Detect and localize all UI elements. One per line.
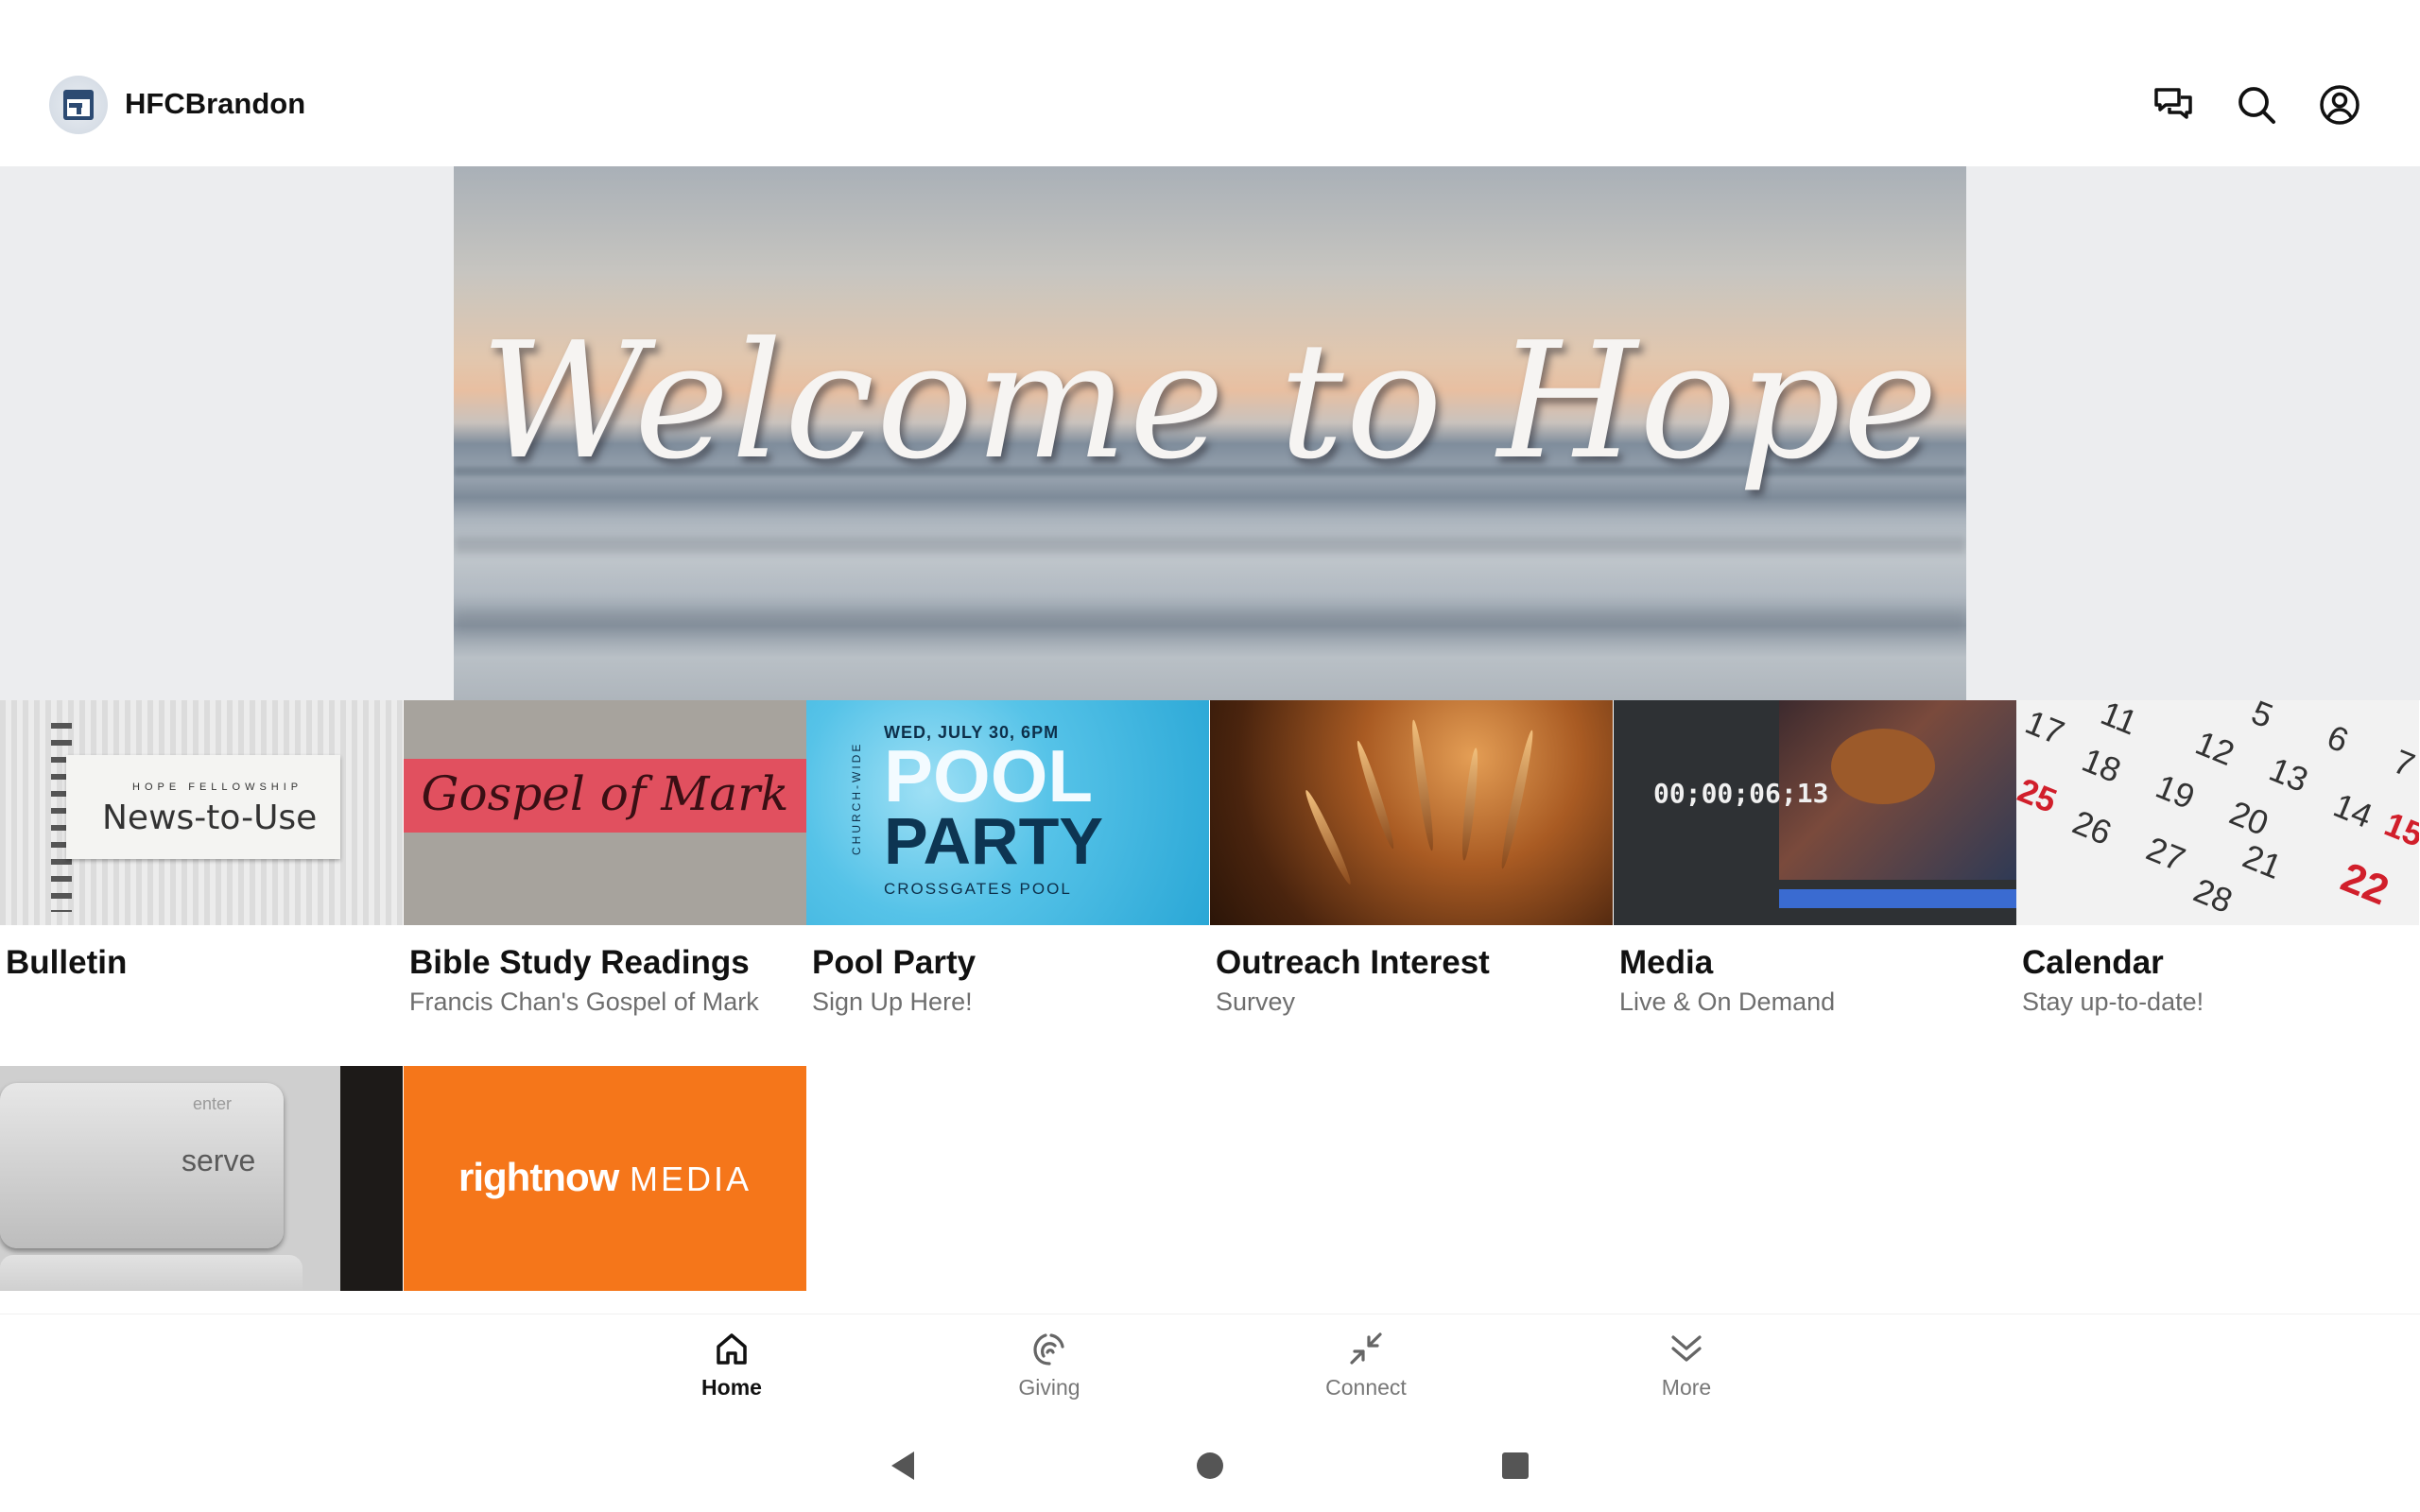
- nav-label: Giving: [1018, 1375, 1080, 1400]
- calendar-number: 7: [2388, 741, 2419, 785]
- bulletin-image-small-text: HOPE FELLOWSHIP: [132, 782, 303, 793]
- guitar-shape: [1831, 729, 1935, 804]
- tile-bible-study[interactable]: Gospel of Mark Bible Study Readings Fran…: [404, 700, 806, 1050]
- tile-bulletin[interactable]: HOPE FELLOWSHIP News-to-Use Bulletin: [0, 700, 403, 1050]
- serve-image: enter serve: [0, 1066, 403, 1291]
- rightnow-brand-bold: rightnow: [458, 1155, 619, 1199]
- calendar-number: 26: [2066, 802, 2118, 853]
- pool-location-text: CROSSGATES POOL: [884, 880, 1072, 898]
- chat-icon[interactable]: [2152, 83, 2195, 127]
- tile-title: Bulletin: [6, 944, 128, 981]
- nav-home[interactable]: Home: [666, 1330, 798, 1400]
- rightnow-brand-light: MEDIA: [629, 1160, 752, 1198]
- tile-serve[interactable]: enter serve: [0, 1066, 403, 1291]
- bulletin-image: HOPE FELLOWSHIP News-to-Use: [0, 700, 403, 925]
- wheat-stalk: [1497, 729, 1537, 870]
- tile-pool-party[interactable]: WED, JULY 30, 6PM POOL PARTY CROSSGATES …: [806, 700, 1209, 1050]
- calendar-number: 6: [2322, 716, 2355, 761]
- key-top-text: enter: [193, 1094, 233, 1113]
- tile-subtitle: Sign Up Here!: [812, 988, 973, 1016]
- keyboard-key: [0, 1255, 302, 1291]
- pool-side-text: CHURCH-WIDE: [850, 741, 863, 855]
- tile-subtitle: Stay up-to-date!: [2022, 988, 2204, 1016]
- hero-wave: [454, 610, 1966, 633]
- search-icon[interactable]: [2235, 83, 2278, 127]
- rightnow-logo-text: rightnow MEDIA: [404, 1155, 806, 1200]
- calendar-number: 25: [2016, 770, 2063, 821]
- calendar-number: 15: [2378, 804, 2419, 855]
- timecode-text: 00;00;06;13: [1653, 778, 1829, 809]
- tile-calendar[interactable]: 17 11 12 13 5 6 7 18 19 20 14 25 26 27 2…: [2016, 700, 2419, 1050]
- tile-title: Outreach Interest: [1216, 944, 1490, 981]
- brand-name: HFCBrandon: [125, 87, 306, 120]
- wheat-stalk: [1353, 739, 1398, 850]
- bottom-navigation: Home Giving Connect More: [0, 1314, 2420, 1418]
- nav-more[interactable]: More: [1620, 1330, 1753, 1400]
- nav-label: More: [1661, 1375, 1712, 1400]
- keyboard-shadow: [340, 1066, 403, 1291]
- nav-connect[interactable]: Connect: [1300, 1330, 1432, 1400]
- hero-banner[interactable]: Welcome to Hope: [454, 166, 1966, 700]
- gospel-image: Gospel of Mark: [404, 700, 806, 925]
- church-logo-icon: [63, 90, 94, 120]
- tile-title: Bible Study Readings: [409, 944, 750, 981]
- pool-line2-text: PARTY: [884, 804, 1104, 878]
- giving-icon: [1030, 1330, 1068, 1367]
- calendar-number: 21: [2237, 836, 2288, 887]
- home-icon: [713, 1330, 751, 1367]
- nav-giving[interactable]: Giving: [983, 1330, 1115, 1400]
- tile-title: Media: [1619, 944, 1714, 981]
- calendar-image: 17 11 12 13 5 6 7 18 19 20 14 25 26 27 2…: [2016, 700, 2419, 925]
- calendar-number: 22: [2334, 853, 2395, 915]
- timeline-bar: [1779, 889, 2016, 908]
- pool-party-image: WED, JULY 30, 6PM POOL PARTY CROSSGATES …: [806, 700, 1209, 925]
- account-icon[interactable]: [2318, 83, 2361, 127]
- tile-title: Pool Party: [812, 944, 977, 981]
- brand-logo[interactable]: [49, 76, 108, 134]
- tile-subtitle: Live & On Demand: [1619, 988, 1836, 1016]
- calendar-number: 17: [2019, 702, 2070, 753]
- wheat-stalk: [1302, 788, 1355, 886]
- back-icon[interactable]: [887, 1450, 919, 1482]
- calendar-number: 14: [2327, 785, 2378, 836]
- system-navigation-bar: [0, 1418, 2420, 1512]
- connect-icon: [1347, 1330, 1385, 1367]
- calendar-number: 20: [2223, 793, 2274, 844]
- tile-media[interactable]: 00;00;06;13 Media Live & On Demand: [1614, 700, 2016, 1050]
- home-circle-icon[interactable]: [1194, 1450, 1226, 1482]
- calendar-number: 28: [2187, 870, 2238, 921]
- nav-label: Home: [701, 1375, 762, 1400]
- calendar-number: 11: [2095, 700, 2143, 743]
- chevron-double-down-icon: [1668, 1330, 1705, 1367]
- calendar-number: 19: [2150, 766, 2201, 817]
- wheat-stalk: [1459, 747, 1481, 862]
- gospel-image-text: Gospel of Mark: [421, 766, 789, 821]
- calendar-number: 12: [2189, 723, 2240, 774]
- rightnow-media-image: rightnow MEDIA: [404, 1066, 806, 1291]
- tile-subtitle: Survey: [1216, 988, 1296, 1016]
- key-label-text: serve: [182, 1143, 256, 1177]
- calendar-number: 5: [2246, 700, 2279, 736]
- recents-icon[interactable]: [1499, 1450, 1531, 1482]
- tile-title: Calendar: [2022, 944, 2164, 981]
- calendar-number: 13: [2263, 749, 2314, 800]
- wheat-stalk: [1409, 718, 1437, 852]
- app-header: HFCBrandon: [0, 0, 2420, 166]
- tile-subtitle: Francis Chan's Gospel of Mark: [409, 988, 759, 1016]
- calendar-number: 18: [2076, 740, 2127, 791]
- pool-line1-text: POOL: [884, 734, 1094, 817]
- hero-title: Welcome to Hope: [480, 308, 1940, 495]
- hero-wave: [454, 537, 1966, 554]
- tile-rightnow-media[interactable]: rightnow MEDIA: [404, 1066, 806, 1291]
- tile-outreach[interactable]: Outreach Interest Survey: [1210, 700, 1613, 1050]
- bulletin-image-big-text: News-to-Use: [102, 799, 318, 837]
- wheat-image: [1210, 700, 1613, 925]
- calendar-number: 27: [2140, 829, 2191, 880]
- nav-label: Connect: [1325, 1375, 1407, 1400]
- media-image: 00;00;06;13: [1614, 700, 2016, 925]
